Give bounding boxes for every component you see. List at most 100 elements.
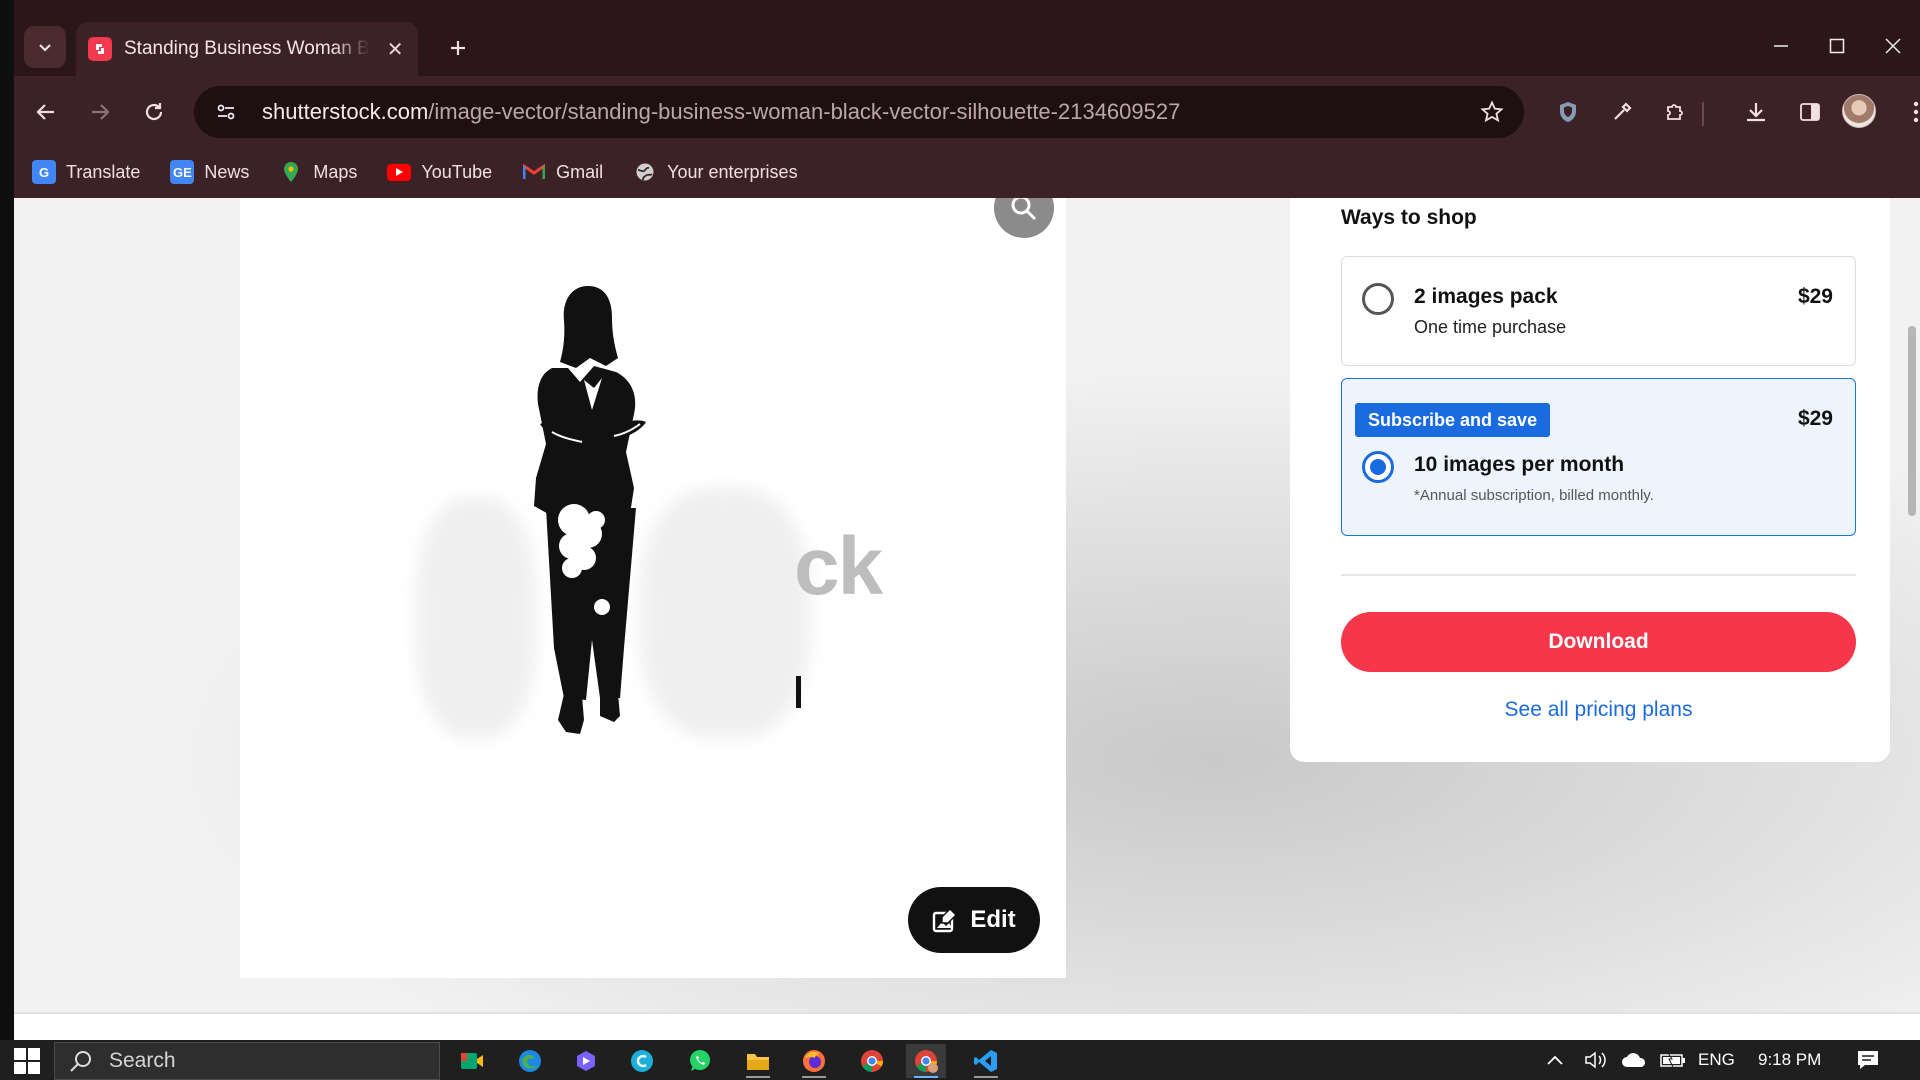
windows-start-button[interactable] (14, 1048, 40, 1074)
taskbar-app-chrome-profile[interactable] (906, 1044, 946, 1078)
running-indicator (974, 1076, 998, 1078)
tab-close-icon[interactable]: ✕ (384, 37, 406, 62)
option-price: $29 (1797, 407, 1833, 430)
volume-button[interactable] (1584, 1040, 1608, 1080)
taskbar-app-canva[interactable] (622, 1044, 662, 1078)
bookmark-youtube[interactable]: YouTube (387, 162, 492, 183)
radio-subscription[interactable] (1362, 451, 1394, 483)
taskbar-app-file-explorer[interactable] (738, 1044, 778, 1078)
arrow-left-icon (36, 104, 54, 120)
edit-image-icon (932, 907, 958, 933)
notifications-button[interactable] (1856, 1040, 1880, 1080)
taskbar-app-edge[interactable] (510, 1044, 550, 1078)
shield-icon (1560, 102, 1576, 122)
bookmark-maps[interactable]: Maps (279, 160, 357, 184)
vpn-icon (577, 1051, 595, 1071)
arrow-right-icon (92, 104, 110, 120)
windows-logo-pane (14, 1062, 26, 1074)
onedrive-button[interactable] (1620, 1040, 1648, 1080)
shutterstock-favicon-icon (88, 37, 112, 61)
taskbar-app-meet[interactable] (452, 1044, 492, 1078)
tab-title: Standing Business Woman Black Vector Sil… (124, 38, 370, 59)
canva-icon (631, 1050, 653, 1072)
globe-icon (633, 160, 657, 184)
extensions-button[interactable] (1656, 92, 1696, 132)
url-text[interactable]: shutterstock.com/image-vector/standing-b… (262, 99, 1180, 125)
option-subtitle: One time purchase (1414, 317, 1567, 337)
new-tab-button[interactable] (438, 28, 478, 68)
edit-label: Edit (970, 906, 1016, 933)
taskbar-app-firefox[interactable] (794, 1044, 834, 1078)
more-vert-icon (1913, 101, 1919, 123)
see-all-pricing-link[interactable]: See all pricing plans (1341, 698, 1856, 722)
running-indicator (914, 1076, 938, 1078)
address-bar[interactable]: shutterstock.com/image-vector/standing-b… (194, 86, 1524, 138)
cloud-icon (1622, 1053, 1646, 1067)
meet-icon (461, 1053, 483, 1069)
web-page: ck Edit Ways to shop 2 images pack One t… (14, 198, 1920, 1040)
bookmark-translate[interactable]: G Translate (32, 160, 140, 184)
chevron-down-icon (39, 44, 51, 52)
language-indicator[interactable]: ENG (1698, 1040, 1735, 1080)
page-footer-strip (14, 1012, 1920, 1040)
url-host: shutterstock.com (262, 99, 429, 124)
reload-icon (145, 103, 163, 121)
windows-logo-pane (28, 1062, 40, 1074)
bookmark-gmail[interactable]: Gmail (522, 160, 603, 184)
option-images-pack[interactable]: 2 images pack One time purchase $29 (1341, 256, 1856, 366)
youtube-icon (387, 163, 412, 181)
back-button[interactable] (26, 92, 66, 132)
side-panel-button[interactable] (1790, 92, 1830, 132)
option-note: *Annual subscription, billed monthly. (1414, 487, 1654, 504)
search-label: Search (109, 1049, 176, 1072)
taskbar-search[interactable]: Search (54, 1042, 440, 1080)
eyedropper-extension-button[interactable] (1602, 92, 1642, 132)
extension-shield-button[interactable] (1548, 92, 1588, 132)
eyedropper-icon (1614, 102, 1632, 120)
profile-avatar[interactable] (1842, 94, 1876, 128)
reload-button[interactable] (134, 92, 174, 132)
bookmark-your-enterprises[interactable]: Your enterprises (633, 160, 798, 184)
maximize-button[interactable] (1814, 24, 1860, 68)
edit-image-button[interactable]: Edit (908, 887, 1040, 953)
browser-toolbar: shutterstock.com/image-vector/standing-b… (14, 76, 1920, 146)
star-icon (1480, 100, 1504, 123)
option-price: $29 (1797, 285, 1833, 308)
bookmark-label: Translate (66, 161, 141, 182)
taskbar-app-chrome[interactable] (852, 1044, 892, 1078)
bookmark-news[interactable]: GE News (170, 160, 249, 184)
taskbar-app-vpn[interactable] (566, 1044, 606, 1078)
taskbar-app-whatsapp[interactable] (680, 1044, 720, 1078)
running-indicator (802, 1076, 826, 1078)
close-icon (1885, 38, 1901, 54)
ways-to-shop-title: Ways to shop (1341, 206, 1477, 229)
tab-strip: Standing Business Woman Black Vector Sil… (14, 0, 1920, 76)
forward-button[interactable] (80, 92, 120, 132)
radio-images-pack[interactable] (1362, 283, 1394, 315)
battery-button[interactable] (1660, 1040, 1686, 1080)
side-panel-icon (1800, 103, 1820, 121)
close-window-button[interactable] (1870, 24, 1916, 68)
taskbar-app-vscode[interactable] (966, 1044, 1006, 1078)
bookmark-star-button[interactable] (1476, 96, 1508, 128)
windows-logo-icon (14, 1048, 26, 1060)
option-subscription[interactable]: Subscribe and save $29 10 images per mon… (1341, 378, 1856, 536)
site-info-button[interactable] (204, 92, 248, 132)
url-path: /image-vector/standing-business-woman-bl… (428, 99, 1181, 124)
minimize-button[interactable] (1758, 24, 1804, 68)
tab-search-button[interactable] (24, 26, 66, 68)
show-hidden-icons-button[interactable] (1546, 1040, 1564, 1080)
clock[interactable]: 9:18 PM (1758, 1040, 1821, 1080)
active-tab[interactable]: Standing Business Woman Black Vector Sil… (76, 22, 418, 76)
browser-menu-button[interactable] (1896, 92, 1920, 132)
business-woman-silhouette (534, 286, 646, 734)
image-preview[interactable]: ck Edit (240, 198, 1066, 978)
downloads-button[interactable] (1736, 92, 1776, 132)
chevron-up-icon (1547, 1055, 1563, 1065)
maps-icon (279, 160, 303, 184)
page-scrollbar-thumb[interactable] (1908, 326, 1916, 516)
zoom-icon (1011, 198, 1037, 221)
chrome-active-icon (915, 1050, 938, 1073)
watermark-mark (796, 676, 801, 708)
download-button[interactable]: Download (1341, 612, 1856, 672)
